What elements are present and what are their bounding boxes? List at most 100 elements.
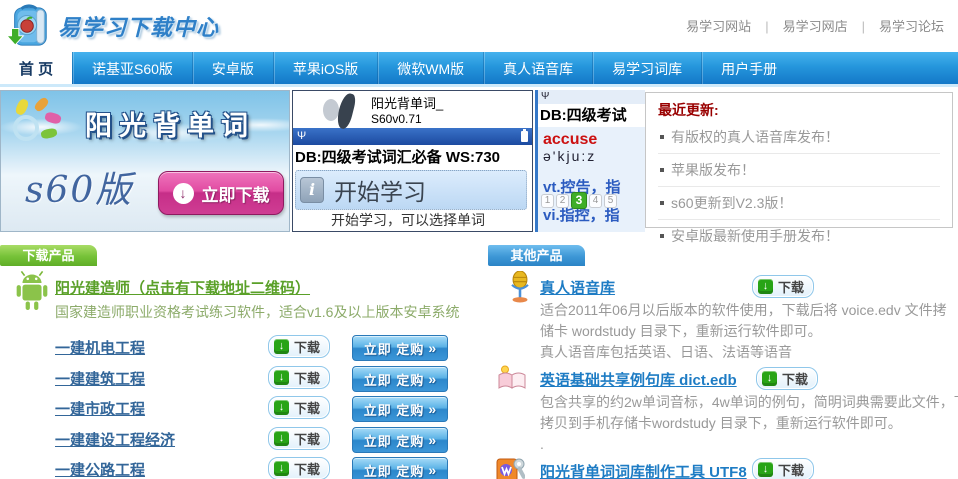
product-link[interactable]: 一建机电工程 [55,337,145,358]
product-row: 一建机电工程 ↓下载 立即 定购» [0,335,480,362]
download-arrow-icon: ↓ [173,183,194,204]
app-logo-icon [315,93,371,127]
site-logo[interactable]: 易学习下载中心 [6,3,219,49]
top-link-forum[interactable]: 易学习论坛 [879,19,944,34]
db-status-line: DB:四级考试 [538,104,645,127]
chevron-right-icon: » [428,462,436,478]
nav-android[interactable]: 安卓版 [192,52,273,84]
site-title: 易学习下载中心 [58,10,219,42]
nav-manual[interactable]: 用户手册 [701,52,796,84]
info-icon: i [300,177,324,203]
download-arrow-icon: ↓ [274,339,289,354]
main-nav: 首 页 诺基亚S60版 安卓版 苹果iOS版 微软WM版 真人语音库 易学习词库… [0,52,958,87]
menu-title: 开始学习 [334,173,426,207]
backpack-download-icon [6,3,52,49]
banner-download-label: 立即下载 [202,181,270,206]
order-button[interactable]: 立即 定购» [352,396,448,422]
banner-strip: 阳光背单词 s60版 ↓ 立即下载 阳光背单词_ S60v0.71 Ψ DB:四… [0,90,958,232]
product-row: 一建建筑工程 ↓下载 立即 定购» [0,366,480,393]
nav-voice-library[interactable]: 真人语音库 [483,52,592,84]
download-arrow-icon: ↓ [274,370,289,385]
product-link[interactable]: 一建市政工程 [55,398,145,419]
other-product-link[interactable]: 阳光背单词词库制作工具 UTF8 [540,461,747,479]
db-status-line: DB:四级考试词汇必备 WS:730 [293,145,532,170]
android-icon [14,271,50,312]
order-button[interactable]: 立即 定购» [352,427,448,453]
download-button[interactable]: ↓下载 [268,427,330,450]
tool-book-icon [495,453,525,479]
other-product-link[interactable]: 英语基础共享例句库 dict.edb [540,369,737,390]
download-button[interactable]: ↓下载 [752,275,814,298]
pagination-item[interactable]: 2 [556,194,569,208]
pagination-item[interactable]: 4 [589,194,602,208]
order-button[interactable]: 立即 定购» [352,457,448,479]
nav-wm[interactable]: 微软WM版 [377,52,483,84]
battery-icon [521,131,528,142]
download-button[interactable]: ↓下载 [268,366,330,389]
downloads-section-tab: 下载产品 [0,245,97,266]
bullet-icon [660,135,664,139]
antenna-icon: Ψ [297,131,306,142]
download-arrow-icon: ↓ [274,461,289,476]
app-title: 阳光背单词_ [371,93,443,112]
app-version: S60v0.71 [371,112,443,126]
featured-product-link[interactable]: 阳光建造师（点击有下载地址二维码） [55,277,310,298]
word-entry: accuse [543,132,645,148]
top-links: 易学习网站 | 易学习网店 | 易学习论坛 [686,16,944,35]
featured-product-description: 国家建造师职业资格考试练习软件，适合v1.6及以上版本安卓系统 [55,302,459,322]
nav-home[interactable]: 首 页 [0,52,72,84]
carousel-pagination: 1 2 3 4 5 [541,192,617,209]
product-link[interactable]: 一建建设工程经济 [55,429,175,450]
antenna-icon: Ψ [538,90,645,104]
nav-dictionary[interactable]: 易学习词库 [592,52,701,84]
download-button[interactable]: ↓下载 [752,458,814,479]
chevron-right-icon: » [428,371,436,387]
separator: | [765,19,768,34]
product-row: 一建公路工程 ↓下载 立即 定购» [0,457,480,479]
product-link[interactable]: 一建公路工程 [55,459,145,479]
product-link[interactable]: 一建建筑工程 [55,368,145,389]
download-button[interactable]: ↓下载 [268,457,330,479]
top-link-shop[interactable]: 易学习网店 [783,19,848,34]
recent-update-item[interactable]: s60更新到V2.3版！ [658,187,940,220]
pagination-item[interactable]: 5 [604,194,617,208]
download-arrow-icon: ↓ [758,462,773,477]
page: 易学习下载中心 易学习网站 | 易学习网店 | 易学习论坛 首 页 诺基亚S60版 安卓… [0,0,958,479]
word-phonetic: ə'kju:z [543,148,645,165]
nav-nokia-s60[interactable]: 诺基亚S60版 [72,52,192,84]
download-button[interactable]: ↓下载 [756,367,818,390]
book-bulb-icon [497,362,527,394]
menu-subtitle: 开始学习，可以选择单词 [293,210,532,230]
other-product-link[interactable]: 真人语音库 [540,277,615,298]
other-product-description: 包含共享的约2w单词音标，4w单词的例句，简明词典需要此文件，下 拷贝到手机存储… [540,392,958,455]
chevron-right-icon: » [428,401,436,417]
bullet-icon [660,234,664,238]
recent-update-item[interactable]: 苹果版发布！ [658,154,940,187]
chevron-right-icon: » [428,340,436,356]
download-button[interactable]: ↓下载 [268,335,330,358]
nav-ios[interactable]: 苹果iOS版 [273,52,377,84]
recent-update-item[interactable]: 有版权的真人语音库发布！ [658,121,940,154]
chevron-right-icon: » [428,432,436,448]
download-arrow-icon: ↓ [274,400,289,415]
banner-download-button[interactable]: ↓ 立即下载 [158,171,284,215]
content: 下载产品 阳光建造师（点击有下载地址二维码） 国家建造师职业资格考试练习软件，适… [0,240,958,479]
phone-screenshot-1: 阳光背单词_ S60v0.71 Ψ DB:四级考试词汇必备 WS:730 i 开… [292,90,533,232]
bullet-icon [660,168,664,172]
promo-title: 阳光背单词 [85,104,255,143]
top-link-website[interactable]: 易学习网站 [686,19,751,34]
download-button[interactable]: ↓下载 [268,396,330,419]
recent-updates-panel: 最近更新: 有版权的真人语音库发布！ 苹果版发布！ s60更新到V2.3版！ 安… [645,92,953,228]
order-button[interactable]: 立即 定购» [352,335,448,361]
microphone-icon [505,271,535,303]
bullet-icon [660,201,664,205]
separator: | [862,19,865,34]
sun-pencils-icon [7,97,63,149]
download-arrow-icon: ↓ [274,431,289,446]
other-product-description: 适合2011年06月以后版本的软件使用，下载后将 voice.edv 文件拷 储… [540,300,958,363]
pagination-item[interactable]: 1 [541,194,554,208]
pagination-item-active[interactable]: 3 [571,192,587,209]
header: 易学习下载中心 易学习网站 | 易学习网店 | 易学习论坛 [0,0,958,52]
promo-banner[interactable]: 阳光背单词 s60版 ↓ 立即下载 [0,90,290,232]
order-button[interactable]: 立即 定购» [352,366,448,392]
